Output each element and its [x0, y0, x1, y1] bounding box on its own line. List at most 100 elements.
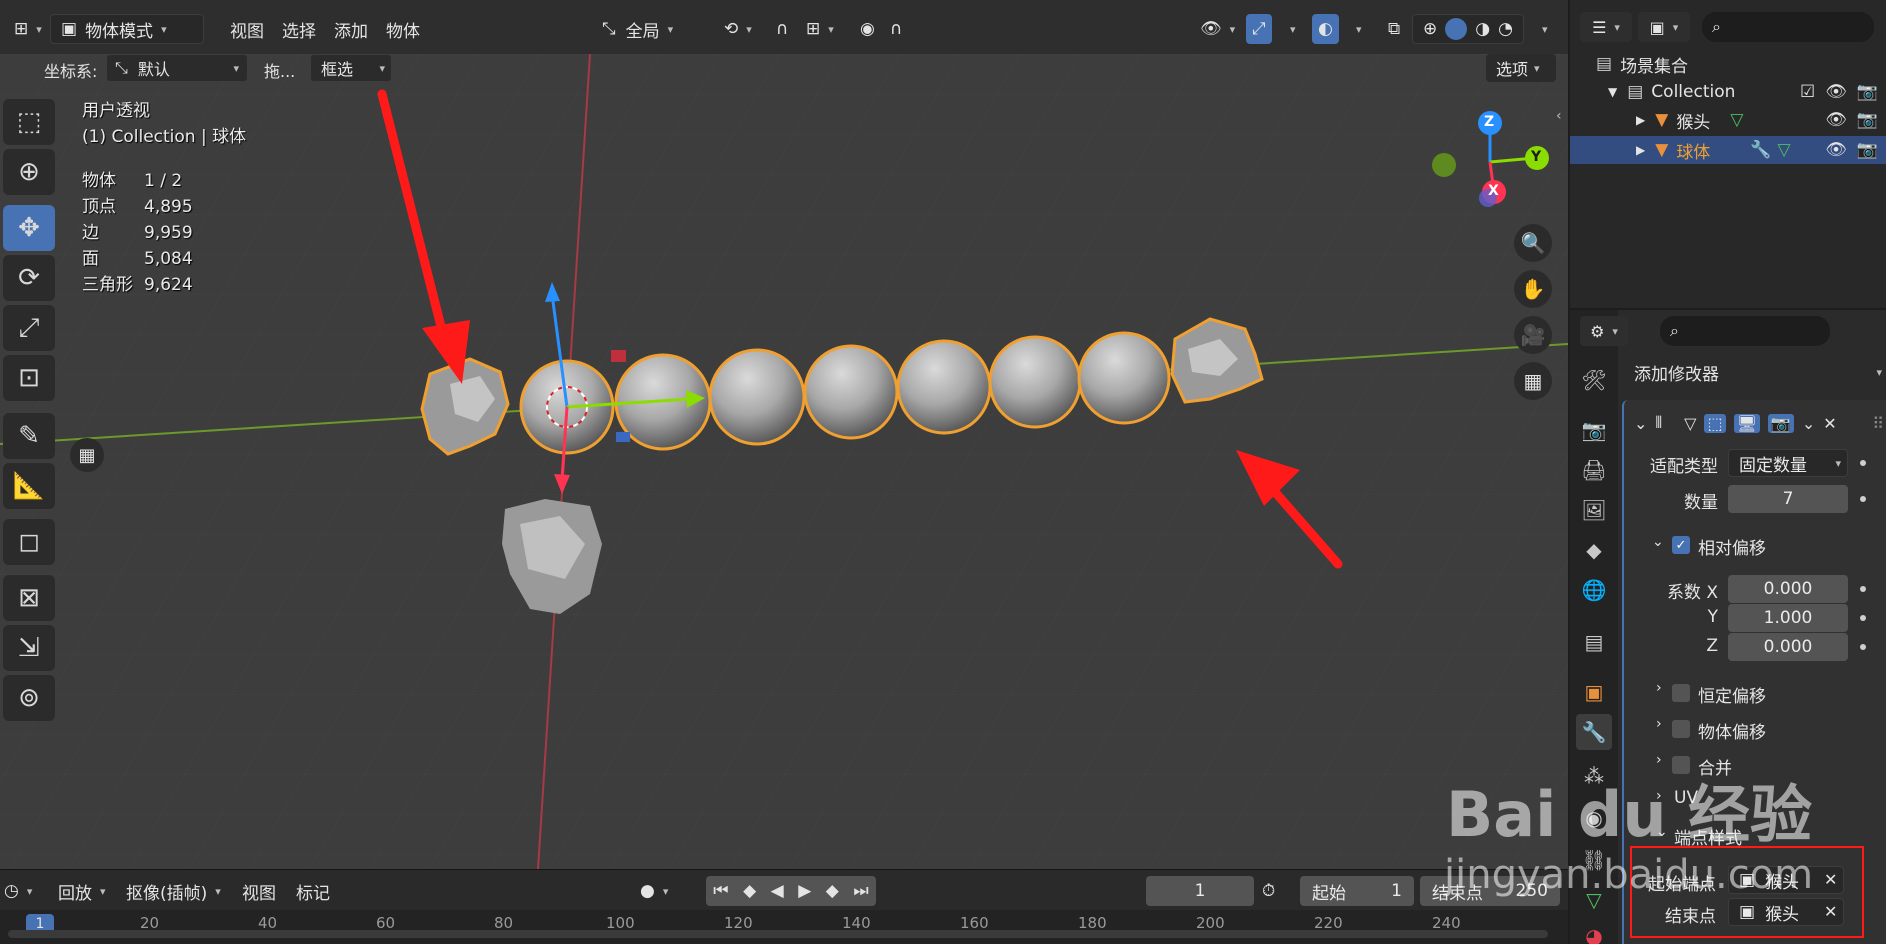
zoom-icon[interactable]: 🔍: [1514, 224, 1552, 262]
jump-start-icon[interactable]: ⏮: [713, 881, 728, 901]
measure-tool-icon[interactable]: 📐: [3, 463, 55, 509]
current-frame-field[interactable]: 1: [1146, 876, 1254, 906]
factor-z-field[interactable]: 0.000: [1728, 633, 1848, 661]
snap-toggle[interactable]: ∩: [766, 14, 798, 44]
keyframe-dot-icon[interactable]: [1860, 460, 1866, 466]
editor-type-button[interactable]: ⊞ ▾: [4, 14, 52, 44]
sidebar-toggle-icon[interactable]: ‹: [1556, 108, 1562, 124]
grid-view-icon[interactable]: ▦: [1514, 362, 1552, 400]
record-icon[interactable]: ● ▾: [640, 876, 668, 906]
object-offset-checkbox[interactable]: [1672, 720, 1690, 738]
keying-menu[interactable]: 抠像(插帧) ▾: [126, 876, 221, 906]
overlay-toggle[interactable]: ◐: [1312, 14, 1339, 44]
render-camera-icon[interactable]: 📷: [1857, 82, 1878, 102]
timer-icon[interactable]: ⏱: [1262, 876, 1275, 906]
grab-tool-icon[interactable]: ⊠: [3, 575, 55, 621]
keyframe-dot-icon[interactable]: [1860, 496, 1866, 502]
annotate-tool-icon[interactable]: ✎: [3, 413, 55, 459]
material-shading-icon[interactable]: ◑: [1475, 19, 1490, 39]
outliner-item-monkey[interactable]: ▶ ▼ 猴头 ▽ 👁 📷: [1570, 106, 1886, 134]
fit-type-dropdown[interactable]: 固定数量 ▾: [1728, 449, 1848, 477]
scale-tool-icon[interactable]: ⤢: [3, 305, 55, 351]
keyframe-dot-icon[interactable]: [1860, 586, 1866, 592]
expand-chevron-icon[interactable]: ⌄: [1652, 534, 1664, 550]
wireframe-shading-icon[interactable]: ⊕: [1423, 19, 1437, 39]
marker-menu[interactable]: 标记: [296, 876, 330, 906]
close-icon[interactable]: ✕: [1823, 414, 1836, 433]
outliner-collection[interactable]: ▼ ▤ Collection ☑ 👁 📷: [1570, 78, 1886, 106]
menu-select[interactable]: 选择: [272, 14, 326, 44]
add-modifier-dropdown[interactable]: 添加修改器 ▾: [1624, 356, 1886, 388]
bounds-tool-icon[interactable]: ⊚: [3, 675, 55, 721]
start-frame-field[interactable]: 起始 1: [1300, 876, 1414, 906]
move-tool-icon[interactable]: ✥: [3, 205, 55, 251]
timeline-scrollbar[interactable]: [8, 930, 1548, 938]
render-camera-icon[interactable]: 📷: [1857, 140, 1878, 160]
world-tab-icon[interactable]: 🌐: [1576, 572, 1612, 608]
render-camera-icon[interactable]: 📷: [1857, 110, 1878, 130]
transform-orientation-dropdown[interactable]: ⤡ 全局 ▾: [592, 14, 704, 44]
modifier-tab-icon[interactable]: 🔧: [1576, 714, 1612, 750]
display-mode-button[interactable]: ▣ ▾: [1638, 12, 1690, 42]
object-tab-icon[interactable]: ▣: [1576, 674, 1612, 710]
transform-tool-icon[interactable]: ⊡: [3, 355, 55, 401]
eye-icon[interactable]: 👁: [1825, 110, 1847, 130]
shear-tool-icon[interactable]: ⇲: [3, 625, 55, 671]
expand-chevron-icon[interactable]: ›: [1656, 716, 1662, 732]
snap-target-button[interactable]: ⊞ ▾: [796, 14, 844, 44]
editmode-toggle-icon[interactable]: ▽: [1684, 414, 1696, 433]
factor-x-field[interactable]: 0.000: [1728, 575, 1848, 603]
rotate-tool-icon[interactable]: ⟳: [3, 255, 55, 301]
gizmo-toggle[interactable]: ⤢: [1246, 14, 1272, 44]
jump-end-icon[interactable]: ⏭: [853, 881, 868, 901]
rendered-shading-icon[interactable]: ◔: [1498, 19, 1513, 39]
modifier-menu-chevron-icon[interactable]: ⌄: [1802, 414, 1815, 433]
add-cube-tool-icon[interactable]: ◻: [3, 519, 55, 565]
menu-add[interactable]: 添加: [324, 14, 378, 44]
expand-chevron-icon[interactable]: ›: [1656, 680, 1662, 696]
cage-toggle-icon[interactable]: ⬚: [1704, 413, 1726, 433]
output-tab-icon[interactable]: 🖨: [1576, 452, 1612, 488]
prev-keyframe-icon[interactable]: ◆: [743, 881, 756, 901]
pivot-point-button[interactable]: ⟲ ▾: [714, 14, 762, 44]
cursor-tool-icon[interactable]: ⊕: [3, 149, 55, 195]
properties-editor-type-button[interactable]: ⚙ ▾: [1580, 316, 1628, 346]
constant-offset-checkbox[interactable]: [1672, 684, 1690, 702]
menu-view[interactable]: 视图: [220, 14, 274, 44]
solid-shading-icon[interactable]: [1445, 18, 1468, 40]
material-tab-icon[interactable]: ◕: [1576, 918, 1612, 944]
drag-handle-icon[interactable]: ⠿: [1872, 414, 1884, 433]
pan-hand-icon[interactable]: ✋: [1514, 270, 1552, 308]
gizmo-dropdown[interactable]: ▾: [1278, 14, 1300, 44]
collapse-chevron-icon[interactable]: ⌄: [1634, 414, 1647, 433]
options-dropdown[interactable]: 选项 ▾: [1486, 54, 1556, 82]
select-box-tool-icon[interactable]: ⬚: [3, 99, 55, 145]
xray-toggle[interactable]: ⧉: [1378, 14, 1410, 44]
checkbox-icon[interactable]: ☑: [1800, 82, 1815, 102]
checker-icon[interactable]: ▦: [70, 438, 104, 472]
falloff-button[interactable]: ∩: [880, 14, 912, 44]
collection-tab-icon[interactable]: ▤: [1576, 624, 1612, 660]
play-reverse-icon[interactable]: ◀: [771, 881, 784, 901]
eye-icon[interactable]: 👁: [1825, 140, 1847, 160]
playback-menu[interactable]: 回放 ▾: [58, 876, 106, 906]
play-icon[interactable]: ▶: [798, 881, 811, 901]
select-mode-dropdown[interactable]: 框选 ▾: [310, 54, 392, 82]
camera-icon[interactable]: 🎥: [1514, 316, 1552, 354]
factor-y-field[interactable]: 1.000: [1728, 604, 1848, 632]
coord-dropdown[interactable]: ⤡ 默认 ▾: [106, 54, 248, 82]
outliner-search-input[interactable]: ⌕: [1702, 12, 1874, 42]
mode-dropdown[interactable]: ▣ 物体模式 ▾: [50, 14, 204, 44]
shading-dropdown[interactable]: ▾: [1530, 14, 1552, 44]
outliner-scene-collection[interactable]: ▤ 场景集合: [1570, 50, 1886, 78]
visibility-button[interactable]: 👁 ▾: [1190, 14, 1245, 44]
scene-tab-icon[interactable]: ◆: [1576, 532, 1612, 568]
keyframe-dot-icon[interactable]: [1860, 615, 1866, 621]
next-keyframe-icon[interactable]: ◆: [826, 881, 839, 901]
properties-search-input[interactable]: ⌕: [1660, 316, 1830, 346]
tool-settings-tab-icon[interactable]: 🛠: [1576, 362, 1612, 398]
timeline-editor-type-button[interactable]: ◷ ▾: [4, 876, 32, 906]
render-toggle-icon[interactable]: 📷: [1767, 413, 1794, 433]
menu-object[interactable]: 物体: [376, 14, 430, 44]
outliner-item-sphere[interactable]: ▶ ▼ 球体 🔧 ▽ 👁 📷: [1570, 136, 1886, 164]
